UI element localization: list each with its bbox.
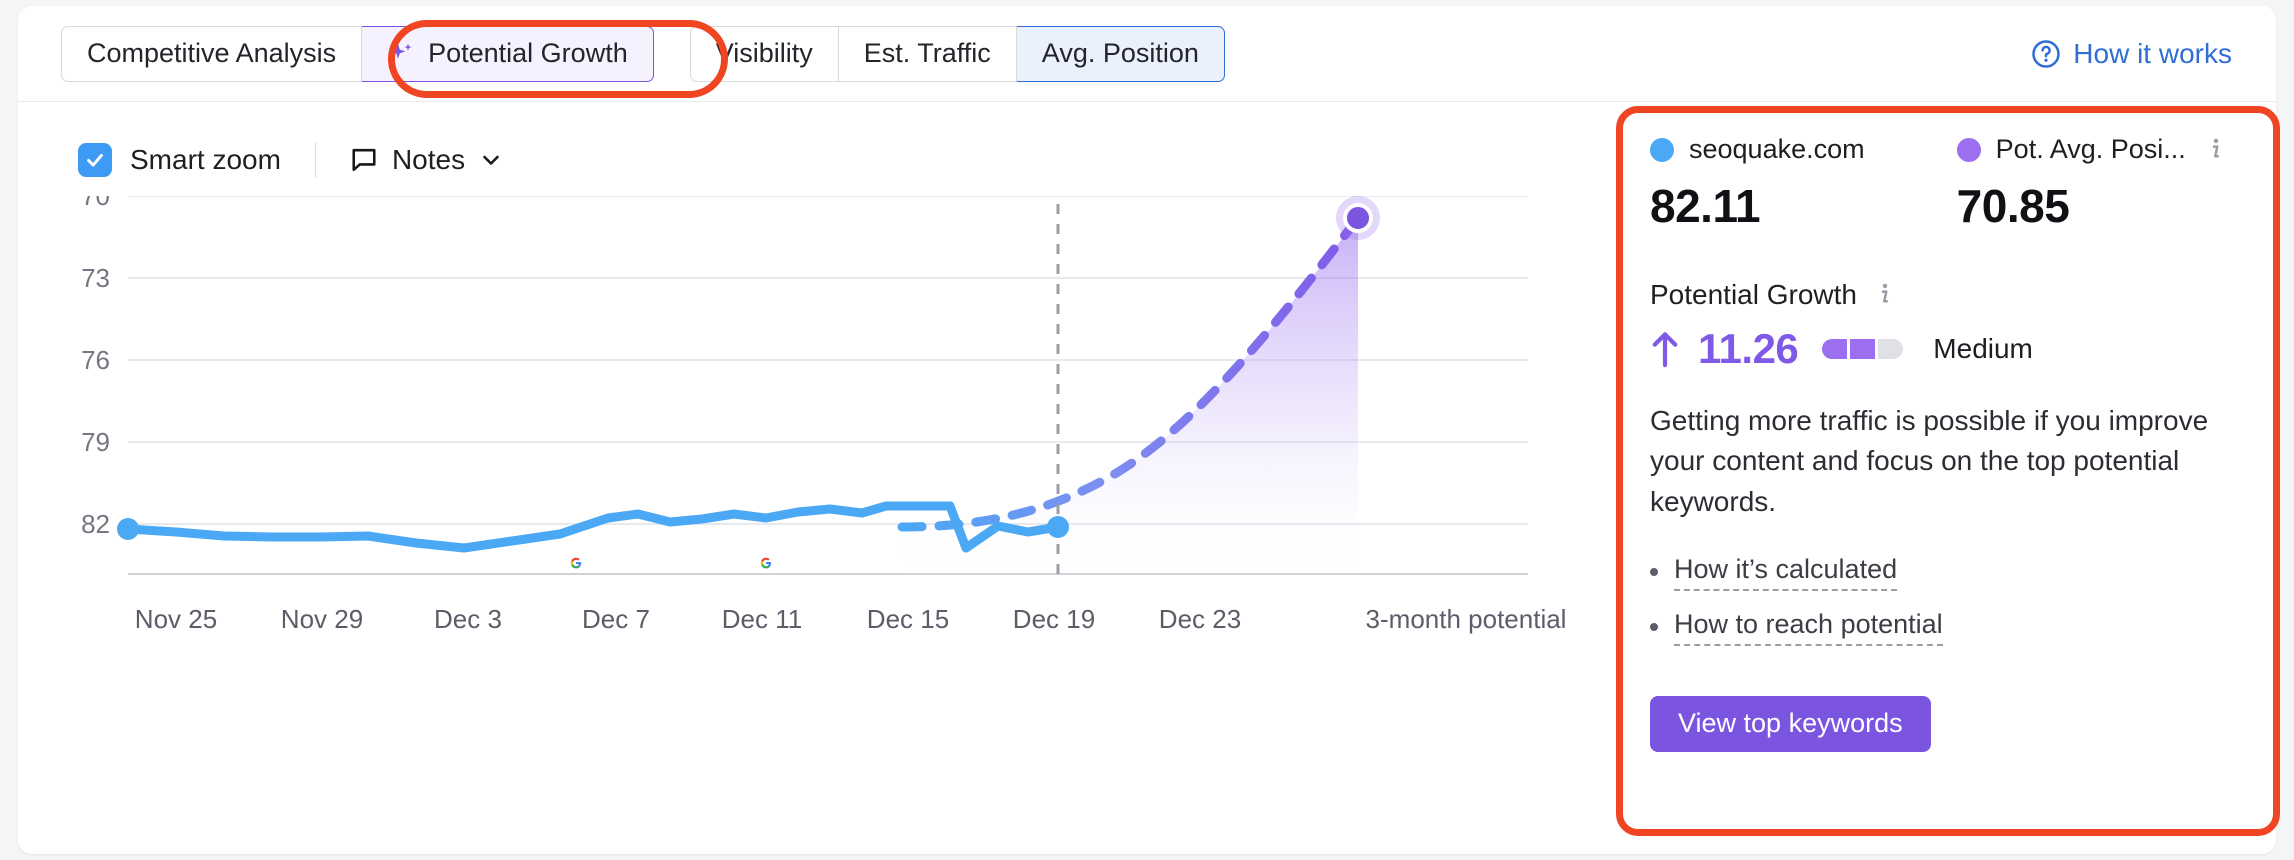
svg-text:Nov 29: Nov 29 [281, 604, 363, 634]
how-it-works-link[interactable]: How it works [2031, 38, 2232, 70]
svg-text:70: 70 [81, 196, 110, 211]
series-end-point[interactable] [1047, 516, 1069, 538]
tab-competitive-analysis[interactable]: Competitive Analysis [61, 26, 362, 82]
primary-tab-group: Competitive Analysis Potential Growth [61, 26, 654, 82]
svg-text:Dec 23: Dec 23 [1159, 604, 1241, 634]
view-top-keywords-button[interactable]: View top keywords [1650, 696, 1931, 752]
check-icon [84, 149, 106, 171]
note-bubble-icon [350, 146, 378, 174]
help-links-list: How it’s calculated How to reach potenti… [1650, 554, 2246, 646]
avg-position-chart[interactable]: 70 73 76 79 82 [18, 196, 1618, 816]
legend-row: seoquake.com 82.11 Pot. Avg. Posi... [1650, 134, 2246, 233]
chart-toolbar: Smart zoom Notes [78, 136, 503, 184]
legend-item-seoquake: seoquake.com 82.11 [1650, 134, 1957, 233]
growth-segment-3 [1878, 339, 1903, 359]
toolbar-divider [315, 142, 316, 178]
bullet-dot [1650, 623, 1658, 631]
growth-level-label: Medium [1933, 333, 2033, 365]
potential-growth-description: Getting more traffic is possible if you … [1650, 401, 2250, 522]
smart-zoom-toggle[interactable]: Smart zoom [78, 143, 281, 177]
list-item: How to reach potential [1650, 609, 2246, 646]
tab-label: Est. Traffic [864, 38, 991, 69]
link-how-its-calculated[interactable]: How it’s calculated [1674, 554, 1897, 591]
projection-end-point[interactable] [1345, 205, 1371, 231]
svg-text:3-month potential: 3-month potential [1366, 604, 1567, 634]
sparkle-icon [387, 40, 415, 68]
y-axis-ticks: 70 73 76 79 82 [81, 196, 110, 539]
app-root: Competitive Analysis Potential Growth Vi… [0, 0, 2294, 860]
legend-value: 82.11 [1650, 179, 1957, 233]
how-it-works-label: How it works [2073, 38, 2232, 70]
bullet-dot [1650, 568, 1658, 576]
potential-growth-card: Competitive Analysis Potential Growth Vi… [18, 6, 2276, 854]
notes-dropdown[interactable]: Notes [350, 144, 503, 176]
legend-label: seoquake.com [1689, 134, 1865, 165]
potential-growth-title-row: Potential Growth [1650, 279, 2246, 311]
chart-svg: 70 73 76 79 82 [18, 196, 1618, 816]
series-color-dot-blue [1650, 138, 1674, 162]
tab-label: Competitive Analysis [87, 38, 336, 69]
svg-text:Dec 7: Dec 7 [582, 604, 650, 634]
potential-growth-panel: seoquake.com 82.11 Pot. Avg. Posi... [1620, 108, 2276, 832]
growth-level-bar [1822, 339, 1903, 359]
legend-label: Pot. Avg. Posi... [1996, 134, 2186, 165]
growth-segment-1 [1822, 339, 1847, 359]
tab-label: Avg. Position [1042, 38, 1199, 69]
tab-label: Visibility [716, 38, 813, 69]
metric-tab-group: Visibility Est. Traffic Avg. Position [690, 26, 1225, 82]
potential-growth-value-row: 11.26 Medium [1650, 325, 2246, 373]
arrow-up-icon [1650, 330, 1680, 368]
svg-text:76: 76 [81, 345, 110, 375]
potential-growth-title: Potential Growth [1650, 279, 1857, 311]
x-axis-ticks: Nov 25 Nov 29 Dec 3 Dec 7 Dec 11 Dec 15 … [135, 604, 1567, 634]
svg-text:Dec 15: Dec 15 [867, 604, 949, 634]
svg-text:82: 82 [81, 509, 110, 539]
list-item: How it’s calculated [1650, 554, 2246, 591]
svg-text:Dec 11: Dec 11 [722, 604, 802, 634]
google-update-icon[interactable] [761, 558, 771, 569]
svg-text:Dec 19: Dec 19 [1013, 604, 1095, 634]
info-icon[interactable] [2201, 137, 2227, 163]
legend-value: 70.85 [1957, 179, 2246, 233]
tab-avg-position[interactable]: Avg. Position [1017, 26, 1225, 82]
card-header: Competitive Analysis Potential Growth Vi… [18, 6, 2276, 102]
google-update-icon[interactable] [571, 558, 581, 569]
notes-label: Notes [392, 144, 465, 176]
chevron-down-icon [479, 148, 503, 172]
svg-text:Nov 25: Nov 25 [135, 604, 217, 634]
growth-segment-2 [1850, 339, 1875, 359]
projection-area [902, 218, 1358, 574]
tab-potential-growth[interactable]: Potential Growth [362, 26, 654, 82]
series-start-point[interactable] [117, 518, 139, 540]
legend-item-potential: Pot. Avg. Posi... 70.85 [1957, 134, 2246, 233]
smart-zoom-label: Smart zoom [130, 144, 281, 176]
smart-zoom-checkbox[interactable] [78, 143, 112, 177]
info-icon[interactable] [1870, 282, 1896, 308]
tab-label: Potential Growth [428, 38, 628, 69]
svg-text:Dec 3: Dec 3 [434, 604, 502, 634]
link-how-to-reach-potential[interactable]: How to reach potential [1674, 609, 1943, 646]
potential-growth-value: 11.26 [1698, 325, 1798, 373]
question-circle-icon [2031, 39, 2061, 69]
tab-visibility[interactable]: Visibility [690, 26, 839, 82]
tab-est-traffic[interactable]: Est. Traffic [839, 26, 1017, 82]
svg-text:79: 79 [81, 427, 110, 457]
svg-text:73: 73 [81, 263, 110, 293]
series-color-dot-purple [1957, 138, 1981, 162]
